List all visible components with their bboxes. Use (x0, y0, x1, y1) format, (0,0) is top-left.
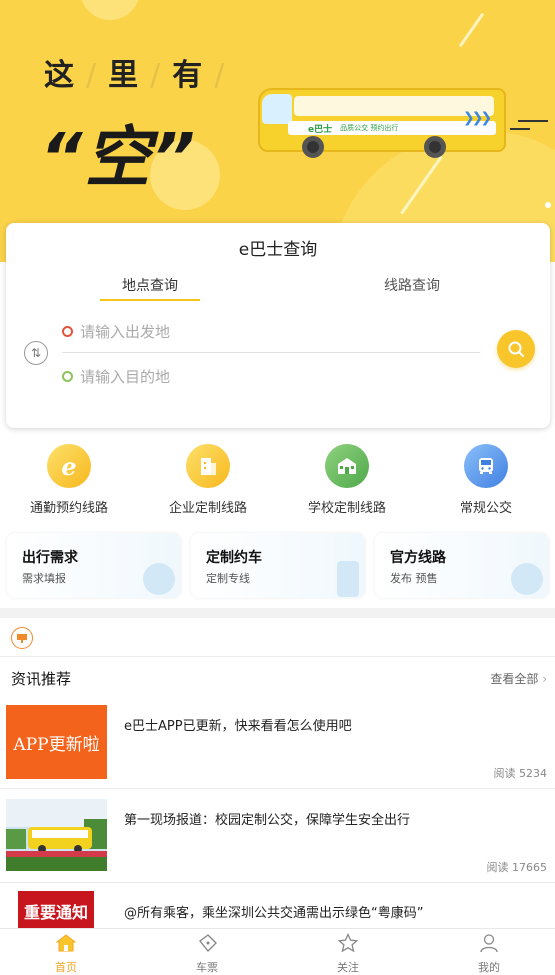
swap-icon[interactable]: ⇅ (24, 341, 48, 365)
ticket-icon (199, 934, 217, 953)
school-icon (325, 444, 369, 488)
feature-subtitle: 定制专线 (206, 572, 250, 585)
news-heading: 资讯推荐 (11, 670, 72, 688)
news-item[interactable]: 重要通知 @所有乘客，乘坐深圳公共交通需出示绿色“粤康码” (0, 891, 555, 928)
chevron-right-icon: › (542, 672, 547, 686)
feature-official-routes[interactable]: 官方线路 发布 预售 (375, 533, 549, 598)
home-icon (55, 934, 77, 952)
location-pin-icon (143, 563, 175, 595)
search-icon (508, 341, 524, 357)
feature-travel-demand[interactable]: 出行需求 需求填报 (7, 533, 181, 598)
section-divider (0, 608, 555, 618)
bus-illustration: e巴士 品质公交 预约出行 ❯❯❯ (258, 88, 506, 168)
tab-location-query[interactable]: 地点查询 (100, 275, 200, 301)
category-label: 通勤预约线路 (29, 501, 108, 516)
bottom-navigation: 首页 车票 关注 我的 (0, 928, 555, 975)
search-button[interactable] (497, 330, 535, 368)
query-card: e巴士查询 地点查询 线路查询 ⇅ 请输入出发地 请输入目的地 (6, 223, 550, 428)
nav-label: 车票 (196, 961, 218, 974)
query-title: e巴士查询 (238, 240, 318, 260)
tab-route-query[interactable]: 线路查询 (368, 275, 456, 295)
category-regular-bus[interactable]: 常规公交 (417, 444, 555, 516)
feature-title: 定制约车 (206, 550, 262, 566)
feature-subtitle: 发布 预售 (390, 572, 438, 585)
read-count: 阅读 17665 (486, 861, 548, 874)
origin-input[interactable]: 请输入出发地 (62, 321, 170, 342)
feature-subtitle: 需求填报 (22, 572, 66, 585)
category-label: 学校定制线路 (307, 501, 386, 516)
building-icon (186, 444, 230, 488)
nav-home[interactable]: 首页 (26, 933, 106, 975)
category-grid: e 通勤预约线路 企业定制线路 学校定制线路 常规公交 (0, 444, 555, 524)
news-thumbnail (6, 799, 107, 873)
building-icon (337, 561, 359, 597)
read-count: 阅读 5234 (493, 767, 548, 780)
category-label: 企业定制线路 (168, 501, 247, 516)
banner-decoration (458, 12, 485, 48)
category-commute-routes[interactable]: e 通勤预约线路 (0, 444, 138, 516)
category-school-routes[interactable]: 学校定制线路 (278, 444, 416, 516)
e-logo-icon: e (47, 444, 91, 488)
divider (0, 788, 555, 789)
nav-label: 我的 (478, 961, 500, 974)
news-title: @所有乘客，乘坐深圳公共交通需出示绿色“粤康码” (124, 906, 424, 921)
banner-decoration (80, 0, 140, 20)
bus-slogan: 品质公交 预约出行 (340, 124, 399, 132)
nav-tickets[interactable]: 车票 (167, 933, 247, 975)
news-title: e巴士APP已更新，快来看看怎么使用吧 (124, 719, 352, 734)
banner-headline: “空” (40, 119, 198, 196)
star-icon (337, 932, 359, 953)
thumbnail-text: 重要通知 (23, 903, 88, 922)
divider (62, 352, 480, 353)
news-thumbnail: 重要通知 (18, 891, 94, 928)
nav-profile[interactable]: 我的 (449, 933, 529, 975)
nav-label: 关注 (337, 961, 359, 974)
thumbnail-text: APP更新啦 (13, 734, 100, 755)
news-item[interactable]: APP更新啦 e巴士APP已更新，快来看看怎么使用吧 阅读 5234 (0, 705, 555, 799)
nav-label: 首页 (55, 961, 77, 974)
view-all-link[interactable]: 查看全部 › (490, 670, 547, 687)
origin-placeholder: 请输入出发地 (80, 323, 171, 341)
group-fire-icon (511, 563, 543, 595)
banner-tagline: 这 / 里 / 有 / (44, 58, 227, 93)
destination-placeholder: 请输入目的地 (80, 368, 171, 386)
news-title: 第一现场报道：校园定制公交，保障学生安全出行 (124, 813, 411, 828)
user-icon (480, 934, 498, 953)
speed-lines (510, 120, 548, 136)
nav-follow[interactable]: 关注 (308, 932, 388, 975)
destination-input[interactable]: 请输入目的地 (62, 366, 170, 387)
divider (0, 656, 555, 657)
divider (0, 882, 555, 883)
bus-icon (464, 444, 508, 488)
news-item[interactable]: 第一现场报道：校园定制公交，保障学生安全出行 阅读 17665 (0, 799, 555, 893)
announcement-icon[interactable] (11, 627, 33, 649)
feature-title: 官方线路 (390, 550, 446, 566)
view-all-label: 查看全部 (490, 672, 539, 686)
bus-logo: e巴士 (308, 124, 333, 135)
feature-title: 出行需求 (22, 550, 78, 566)
feature-custom-booking[interactable]: 定制约车 定制专线 (191, 533, 365, 598)
news-thumbnail: APP更新啦 (6, 705, 107, 779)
carousel-indicator[interactable] (545, 202, 551, 208)
category-enterprise-routes[interactable]: 企业定制线路 (139, 444, 277, 516)
category-label: 常规公交 (459, 501, 512, 516)
